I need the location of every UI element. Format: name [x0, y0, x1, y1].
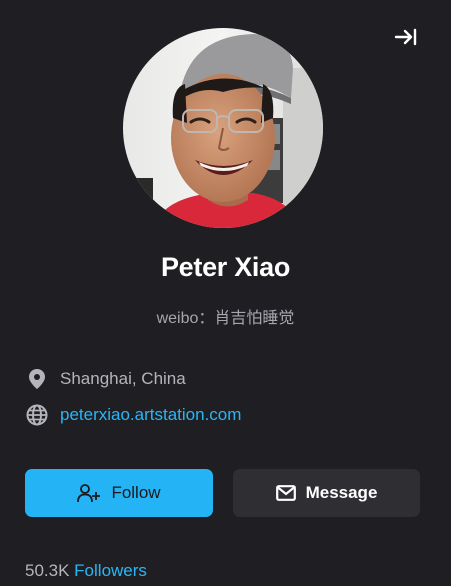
collapse-panel-button[interactable]: [394, 26, 418, 48]
collapse-right-icon: [394, 28, 417, 46]
followers-link[interactable]: Followers: [74, 561, 147, 580]
message-label: Message: [305, 483, 378, 502]
location-row: Shanghai, China: [26, 368, 186, 390]
avatar[interactable]: [123, 28, 323, 228]
add-user-icon: [77, 483, 101, 503]
profile-panel: Peter Xiao weibo：肖吉怕睡觉 Shanghai, China p…: [0, 0, 451, 586]
website-row: peterxiao.artstation.com: [26, 404, 241, 426]
followers-stat: 50.3K Followers: [25, 561, 147, 581]
message-button[interactable]: Message: [233, 469, 420, 517]
follow-label: Follow: [111, 483, 161, 502]
location-pin-icon: [26, 368, 48, 390]
profile-headline: weibo：肖吉怕睡觉: [156, 310, 295, 327]
follow-button[interactable]: Follow: [25, 469, 213, 517]
envelope-icon: [275, 485, 296, 501]
globe-icon: [26, 404, 48, 426]
website-link[interactable]: peterxiao.artstation.com: [60, 405, 241, 425]
location-text: Shanghai, China: [60, 369, 186, 388]
followers-count: 50.3K: [25, 561, 70, 580]
profile-name: Peter Xiao: [160, 252, 291, 282]
